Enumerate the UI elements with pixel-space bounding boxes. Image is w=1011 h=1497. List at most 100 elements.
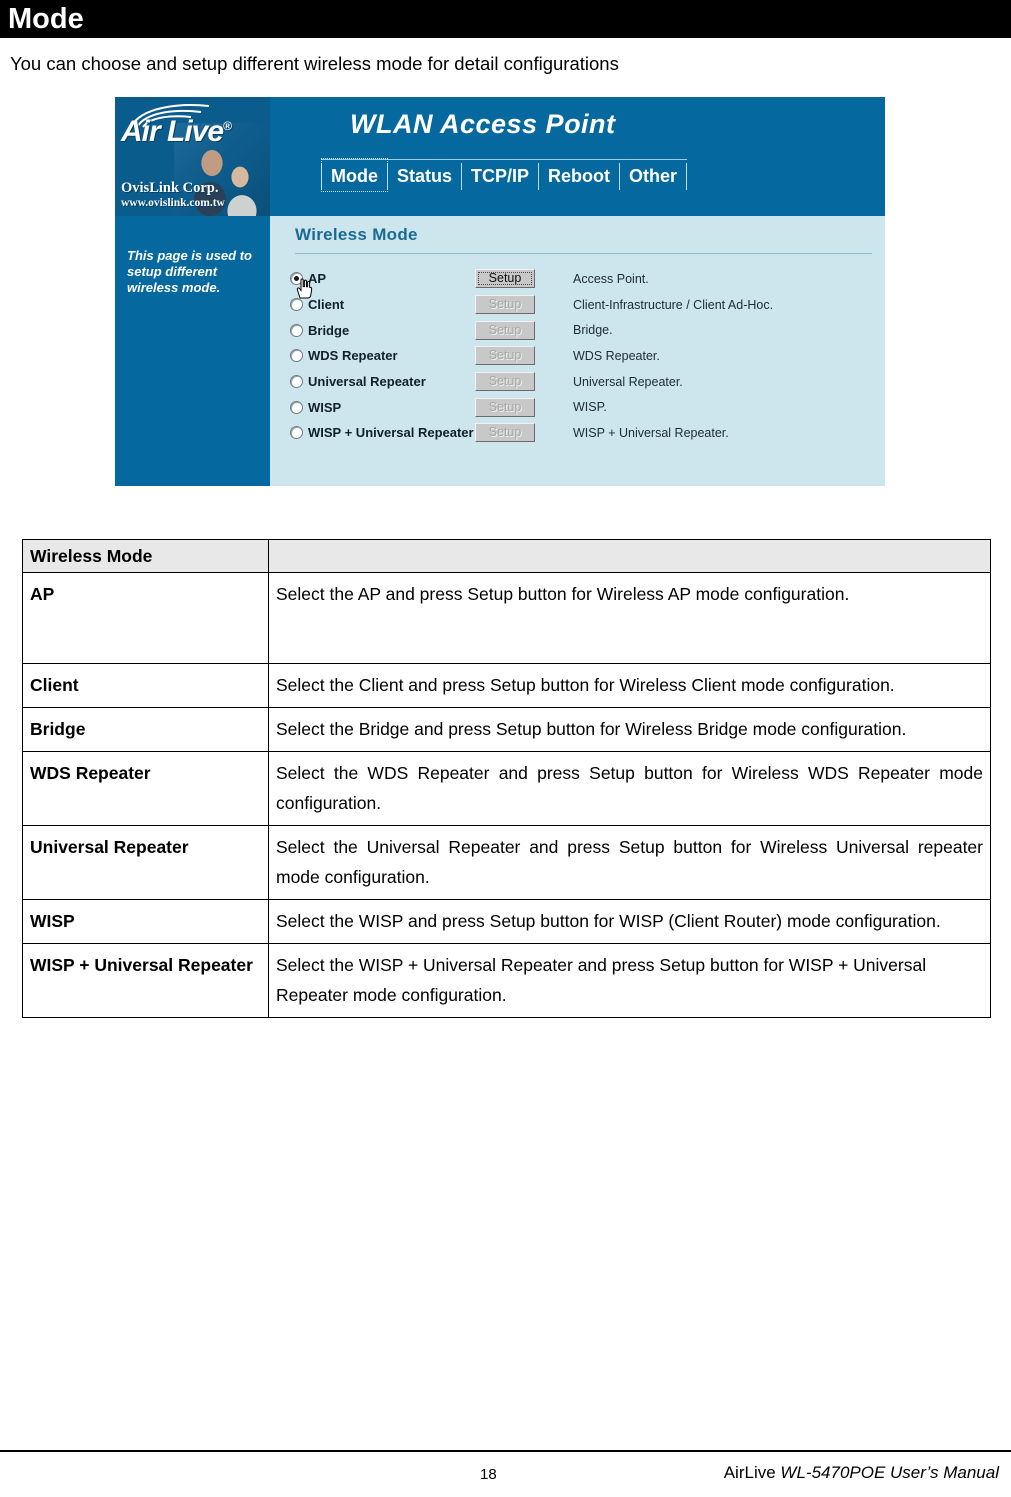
page-title-bar: Mode — [0, 0, 1011, 38]
mode-radio-cell-client[interactable]: Client — [290, 297, 475, 312]
radio-ap[interactable] — [290, 272, 303, 286]
setup-cell-wisp-universal-repeater[interactable]: Setup — [475, 423, 547, 443]
footer-divider — [0, 1450, 1011, 1452]
table-cell-definition: Select the AP and press Setup button for… — [268, 572, 991, 664]
setup-cell-bridge[interactable]: Setup — [475, 320, 547, 340]
panel-heading: Wireless Mode — [295, 225, 418, 244]
table-row: WISP Select the WISP and press Setup but… — [22, 899, 991, 944]
table-cell-term: WISP — [22, 899, 269, 944]
tab-mode[interactable]: Mode — [321, 158, 388, 192]
sidebar-help-text: This page is used to setup different wir… — [127, 248, 252, 295]
airlive-logo: Air Live® OvisLink Corp. www.ovislink.co… — [115, 97, 270, 216]
mode-label-wisp: WISP — [308, 399, 342, 415]
table-row: AP Select the AP and press Setup button … — [22, 572, 991, 664]
mode-description-bridge: Bridge. — [573, 323, 613, 338]
mode-label-ap: AP — [308, 271, 327, 287]
table-cell-definition: Select the Client and press Setup button… — [268, 663, 991, 708]
registered-mark-icon: ® — [223, 119, 232, 133]
tab-status[interactable]: Status — [387, 163, 461, 190]
table-row: WDS Repeater Select the WDS Repeater and… — [22, 751, 991, 826]
mode-label-wisp-universal-repeater: WISP + Universal Repeater — [308, 425, 474, 441]
mode-description-wisp-universal-repeater: WISP + Universal Repeater. — [573, 425, 729, 440]
setup-button-client[interactable]: Setup — [475, 295, 535, 315]
table-cell-definition: Select the Universal Repeater and press … — [268, 825, 991, 900]
logo-website: www.ovislink.com.tw — [121, 197, 225, 209]
setup-button-wisp[interactable]: Setup — [475, 397, 535, 417]
mode-description-ap: Access Point. — [573, 271, 649, 286]
mode-row-bridge[interactable]: Bridge Setup Bridge. — [290, 317, 875, 343]
mode-label-universal-repeater: Universal Repeater — [308, 374, 426, 390]
table-header-description — [268, 539, 991, 573]
mode-label-client: Client — [308, 297, 345, 313]
intro-paragraph: You can choose and setup different wirel… — [10, 53, 619, 74]
table-cell-term: Client — [22, 663, 269, 708]
logo-company-name: OvisLink Corp. — [121, 180, 219, 196]
mode-radio-cell-wisp[interactable]: WISP — [290, 400, 475, 415]
router-main-panel: Wireless Mode AP Setup Access Point. Cli… — [270, 216, 885, 486]
table-cell-term: Bridge — [22, 707, 269, 752]
table-cell-definition: Select the Bridge and press Setup button… — [268, 707, 991, 752]
mode-description-wds-repeater: WDS Repeater. — [573, 348, 660, 363]
table-row: Client Select the Client and press Setup… — [22, 663, 991, 708]
table-row: WISP + Universal Repeater Select the WIS… — [22, 943, 991, 1018]
tab-tcpip[interactable]: TCP/IP — [461, 163, 538, 190]
radio-universal-repeater[interactable] — [290, 375, 303, 389]
radio-bridge[interactable] — [290, 323, 303, 337]
setup-button-ap[interactable]: Setup — [475, 269, 535, 289]
setup-button-wds-repeater[interactable]: Setup — [475, 346, 535, 366]
table-row: Universal Repeater Select the Universal … — [22, 825, 991, 900]
radio-client[interactable] — [290, 298, 303, 312]
table-cell-term: WISP + Universal Repeater — [22, 943, 269, 1018]
mode-description-universal-repeater: Universal Repeater. — [573, 374, 683, 389]
table-header-row: Wireless Mode — [22, 539, 991, 573]
table-row: Bridge Select the Bridge and press Setup… — [22, 707, 991, 752]
table-header-term: Wireless Mode — [22, 539, 269, 573]
table-cell-definition: Select the WDS Repeater and press Setup … — [268, 751, 991, 826]
mode-description-wisp: WISP. — [573, 400, 607, 415]
footer-page-number: 18 — [480, 1466, 497, 1483]
page-title: Mode — [8, 3, 84, 35]
table-cell-term: AP — [22, 572, 269, 664]
radio-wisp-universal-repeater[interactable] — [290, 426, 303, 440]
setup-cell-universal-repeater[interactable]: Setup — [475, 372, 547, 392]
mode-row-wds-repeater[interactable]: WDS Repeater Setup WDS Repeater. — [290, 343, 875, 369]
setup-cell-client[interactable]: Setup — [475, 295, 547, 315]
router-header-banner: Air Live® OvisLink Corp. www.ovislink.co… — [115, 97, 885, 216]
radio-wisp[interactable] — [290, 400, 303, 414]
mode-label-wds-repeater: WDS Repeater — [308, 348, 398, 364]
footer-manual-name: WL-5470POE User’s Manual — [780, 1463, 999, 1482]
mode-radio-cell-bridge[interactable]: Bridge — [290, 323, 475, 338]
mode-radio-cell-universal-repeater[interactable]: Universal Repeater — [290, 374, 475, 389]
radio-wds-repeater[interactable] — [290, 349, 303, 363]
device-title: WLAN Access Point — [350, 109, 616, 139]
setup-cell-wds-repeater[interactable]: Setup — [475, 346, 547, 366]
mode-radio-cell-ap[interactable]: AP — [290, 271, 475, 286]
table-cell-definition: Select the WISP + Universal Repeater and… — [268, 943, 991, 1018]
mode-radio-cell-wisp-universal-repeater[interactable]: WISP + Universal Repeater — [290, 425, 475, 440]
wireless-mode-list: AP Setup Access Point. Client Setup Clie… — [290, 266, 875, 446]
setup-button-bridge[interactable]: Setup — [475, 320, 535, 340]
tab-other[interactable]: Other — [619, 163, 688, 190]
router-sidebar: This page is used to setup different wir… — [115, 216, 270, 486]
table-cell-term: WDS Repeater — [22, 751, 269, 826]
setup-cell-wisp[interactable]: Setup — [475, 397, 547, 417]
logo-wordmark-text: Air Live — [121, 115, 224, 148]
mode-row-wisp[interactable]: WISP Setup WISP. — [290, 394, 875, 420]
logo-wordmark: Air Live® — [121, 115, 232, 149]
panel-divider — [295, 253, 872, 254]
mode-row-client[interactable]: Client Setup Client-Infrastructure / Cli… — [290, 292, 875, 318]
setup-button-universal-repeater[interactable]: Setup — [475, 372, 535, 392]
setup-cell-ap[interactable]: Setup — [475, 269, 547, 289]
tab-reboot[interactable]: Reboot — [538, 163, 619, 190]
router-body: This page is used to setup different wir… — [115, 216, 885, 486]
wireless-mode-description-table: Wireless Mode AP Select the AP and press… — [22, 539, 991, 1018]
mode-row-wisp-universal-repeater[interactable]: WISP + Universal Repeater Setup WISP + U… — [290, 420, 875, 446]
mode-row-ap[interactable]: AP Setup Access Point. — [290, 266, 875, 299]
mode-description-client: Client-Infrastructure / Client Ad-Hoc. — [573, 297, 774, 312]
setup-button-wisp-universal-repeater[interactable]: Setup — [475, 423, 535, 443]
router-nav-tabs: Mode Status TCP/IP Reboot Other — [321, 158, 688, 192]
table-cell-term: Universal Repeater — [22, 825, 269, 900]
router-ui-screenshot: Air Live® OvisLink Corp. www.ovislink.co… — [115, 97, 885, 486]
mode-row-universal-repeater[interactable]: Universal Repeater Setup Universal Repea… — [290, 369, 875, 395]
mode-radio-cell-wds-repeater[interactable]: WDS Repeater — [290, 348, 475, 363]
